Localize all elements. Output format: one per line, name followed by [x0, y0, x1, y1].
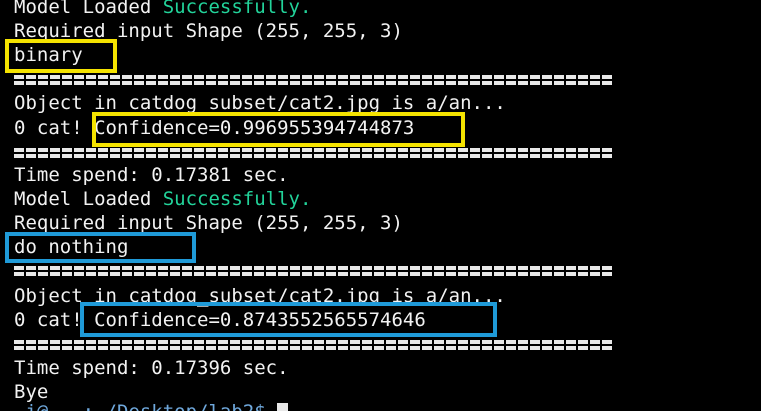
- terminal-line-time-1: Time spend: 0.17381 sec.: [14, 164, 289, 186]
- success-text: Successfully.: [162, 0, 312, 18]
- cursor-icon: [277, 403, 289, 411]
- model-loaded-text: Model Loaded: [14, 188, 163, 210]
- terminal-line-time-2: Time spend: 0.17396 sec.: [14, 357, 289, 379]
- separator-rule: [14, 72, 614, 86]
- shell-prompt: ~i@...:~/Desktop/lab2$: [14, 401, 277, 411]
- separator-rule: [14, 145, 614, 159]
- model-loaded-text: Model Loaded: [14, 0, 163, 18]
- terminal-line-model-loaded-1: Model Loaded Successfully.: [14, 0, 311, 19]
- separator-rule: [14, 337, 614, 351]
- highlight-box-binary: [5, 39, 117, 73]
- success-text: Successfully.: [162, 188, 312, 210]
- terminal-line-model-loaded-2: Model Loaded Successfully.: [14, 187, 311, 211]
- highlight-box-confidence-1: [92, 112, 465, 147]
- separator-rule: [14, 263, 614, 277]
- highlight-box-confidence-2: [80, 302, 497, 337]
- terminal-window[interactable]: Model Loaded Successfully. Required inpu…: [0, 0, 761, 411]
- terminal-prompt-line[interactable]: ~i@...:~/Desktop/lab2$: [14, 400, 289, 411]
- highlight-box-do-nothing: [5, 232, 196, 263]
